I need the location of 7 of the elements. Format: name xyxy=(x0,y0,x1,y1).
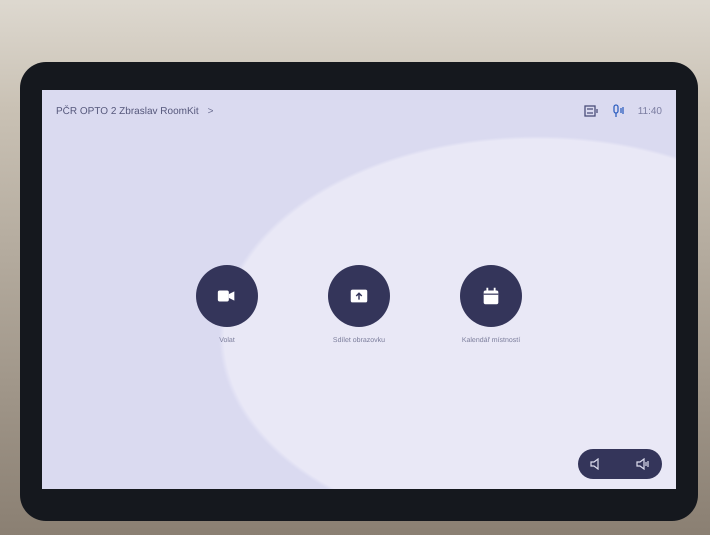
microphone-icon[interactable] xyxy=(612,104,626,118)
volume-up-icon[interactable] xyxy=(636,458,650,470)
room-title[interactable]: PČR OPTO 2 Zbraslav RoomKit xyxy=(56,106,199,116)
camera-controls-icon[interactable] xyxy=(584,105,600,117)
volume-control[interactable] xyxy=(578,449,662,479)
clock-time: 11:40 xyxy=(638,106,662,116)
chevron[interactable]: > xyxy=(208,106,214,116)
